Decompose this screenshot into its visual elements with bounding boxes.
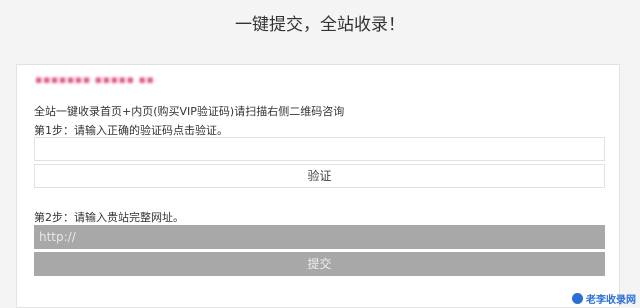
submit-button[interactable]: 提交 [34,252,605,276]
submit-panel: ▪▪▪▪▪▪▪ ▪▪▪▪▪ ▪▪ 全站一键收录首页+内页(购买VIP验证码)请扫… [16,64,620,308]
blurred-notice: ▪▪▪▪▪▪▪ ▪▪▪▪▪ ▪▪ [35,73,155,86]
description-text: 全站一键收录首页+内页(购买VIP验证码)请扫描右侧二维码咨询 [34,105,345,118]
verify-button[interactable]: 验证 [34,164,605,188]
logo-icon [572,293,583,304]
step1-label: 第1步：请输入正确的验证码点击验证。 [34,124,228,137]
step2-label: 第2步：请输入贵站完整网址。 [34,211,184,224]
url-input[interactable]: http:// [34,225,605,249]
page-title: 一键提交，全站收录！ [235,15,405,35]
site-logo: 老李收录网 [572,291,636,306]
verification-code-input[interactable] [34,137,605,161]
logo-text: 老李收录网 [586,295,636,306]
